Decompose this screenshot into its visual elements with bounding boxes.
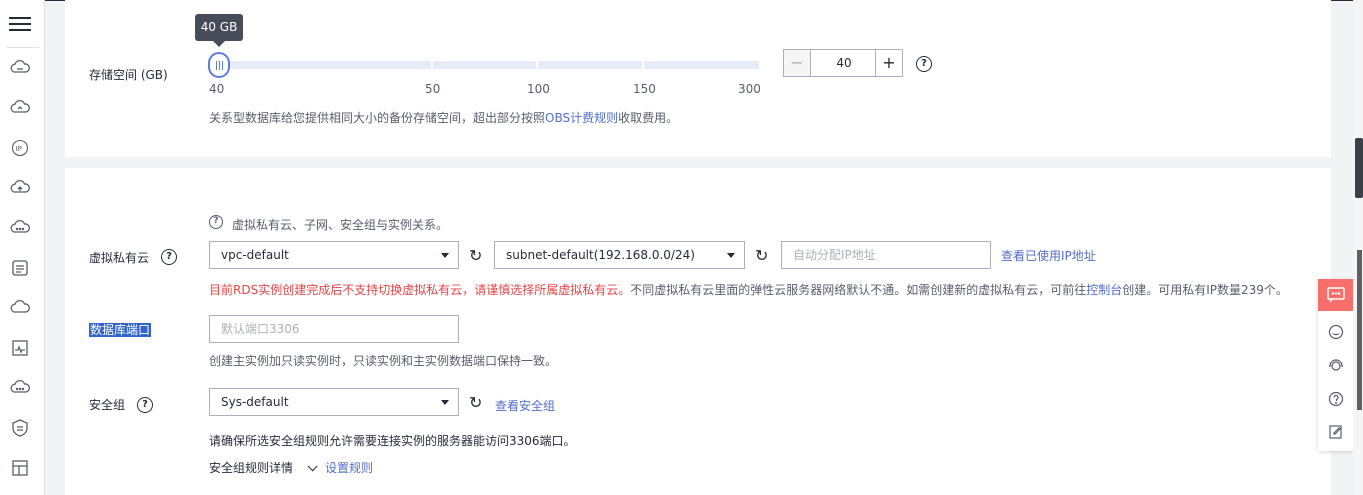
tick-label-max: 300 [738,82,761,96]
vertical-scrollbar[interactable] [1353,0,1363,495]
floating-toolbar [1318,279,1354,451]
slider-tick [431,61,433,69]
tick-label-50: 50 [425,82,441,96]
cloud-more-icon[interactable] [10,218,30,238]
decrement-button[interactable]: − [784,50,811,76]
rds-icon[interactable] [10,58,30,78]
storage-label: 存储空间 (GB) [89,68,168,82]
slider-tick [642,61,644,69]
help-icon[interactable]: ? [916,56,932,72]
console-link[interactable]: 控制台 [1086,283,1122,297]
tick-label-min: 40 [209,82,225,96]
cloud-more-icon-2[interactable] [10,378,30,398]
storage-slider-track[interactable] [209,61,759,69]
ip-icon[interactable]: IP [10,138,30,158]
port-input[interactable]: 默认端口3306 [209,315,459,343]
storage-value-input[interactable]: 40 [811,50,877,76]
sg-hint: 请确保所选安全组规则允许需要连接实例的服务器能访问3306端口。 [209,434,576,448]
refresh-icon[interactable]: ↻ [469,395,485,411]
increment-button[interactable]: + [875,50,902,76]
pulse-icon[interactable] [10,338,30,358]
sg-select[interactable]: Sys-default [209,388,459,416]
edit-icon[interactable] [1328,424,1344,440]
storage-hint: 关系型数据库给您提供相同大小的备份存储空间，超出部分按照OBS计费规则收取费用。 [209,111,679,125]
sg-details-toggle[interactable]: 安全组规则详情 [209,459,320,476]
sidebar-divider [6,47,39,48]
scrollbar-thumb[interactable] [1357,250,1362,410]
chevron-down-icon [727,253,735,258]
view-used-ip-link[interactable]: 查看已使用IP地址 [1001,247,1096,264]
sg-help-icon[interactable]: ? [137,397,153,413]
feedback-button[interactable] [1318,279,1354,311]
storage-panel [65,0,1331,157]
vpc-label: 虚拟私有云 [89,251,150,265]
refresh-icon[interactable]: ↻ [469,248,485,264]
tick-label-100: 100 [527,82,550,96]
storage-slider-handle[interactable] [208,52,230,78]
sg-label: 安全组 [89,398,126,412]
vpc-select[interactable]: vpc-default [209,241,459,269]
relation-hint: 虚拟私有云、子网、安全组与实例关系。 [232,218,449,232]
chevron-down-icon [441,253,449,258]
storage-tooltip: 40 GB [195,14,243,47]
menu-icon[interactable] [9,13,31,35]
shield-icon[interactable] [10,418,30,438]
storage-stepper: − 40 + [783,49,903,77]
relation-help-icon[interactable]: ? [209,215,223,229]
view-sg-link[interactable]: 查看安全组 [495,397,555,414]
subnet-select[interactable]: subnet-default(192.168.0.0/24) [494,241,745,269]
list-icon[interactable] [10,258,30,278]
port-label: 数据库端口 [89,323,152,337]
vpc-warning: 目前RDS实例创建完成后不支持切换虚拟私有云，请谨慎选择所属虚拟私有云。不同虚拟… [209,283,1288,297]
refresh-icon[interactable]: ↻ [755,248,771,264]
svg-text:IP: IP [16,145,22,153]
layout-icon[interactable] [10,458,30,478]
ip-input[interactable]: 自动分配IP地址 [781,241,991,269]
support-icon[interactable] [1328,358,1344,374]
help-circle-icon[interactable] [1328,391,1344,407]
scrollbar-handle[interactable] [1355,138,1363,198]
cloud-icon-2[interactable] [10,298,30,318]
tick-label-150: 150 [633,82,656,96]
port-hint: 创建主实例加只读实例时，只读实例和主实例数据端口保持一致。 [209,354,558,368]
obs-billing-link[interactable]: OBS计费规则 [545,111,618,125]
set-rule-link[interactable]: 设置规则 [325,459,373,476]
cloud-upload-icon[interactable] [10,178,30,198]
vpc-help-icon[interactable]: ? [161,249,177,265]
chevron-down-icon [441,400,449,405]
chevron-down-icon [307,461,318,472]
left-sidebar: IP [0,0,45,495]
cloud-icon[interactable] [10,98,30,118]
slider-tick [536,61,538,69]
smile-icon[interactable] [1328,324,1344,340]
